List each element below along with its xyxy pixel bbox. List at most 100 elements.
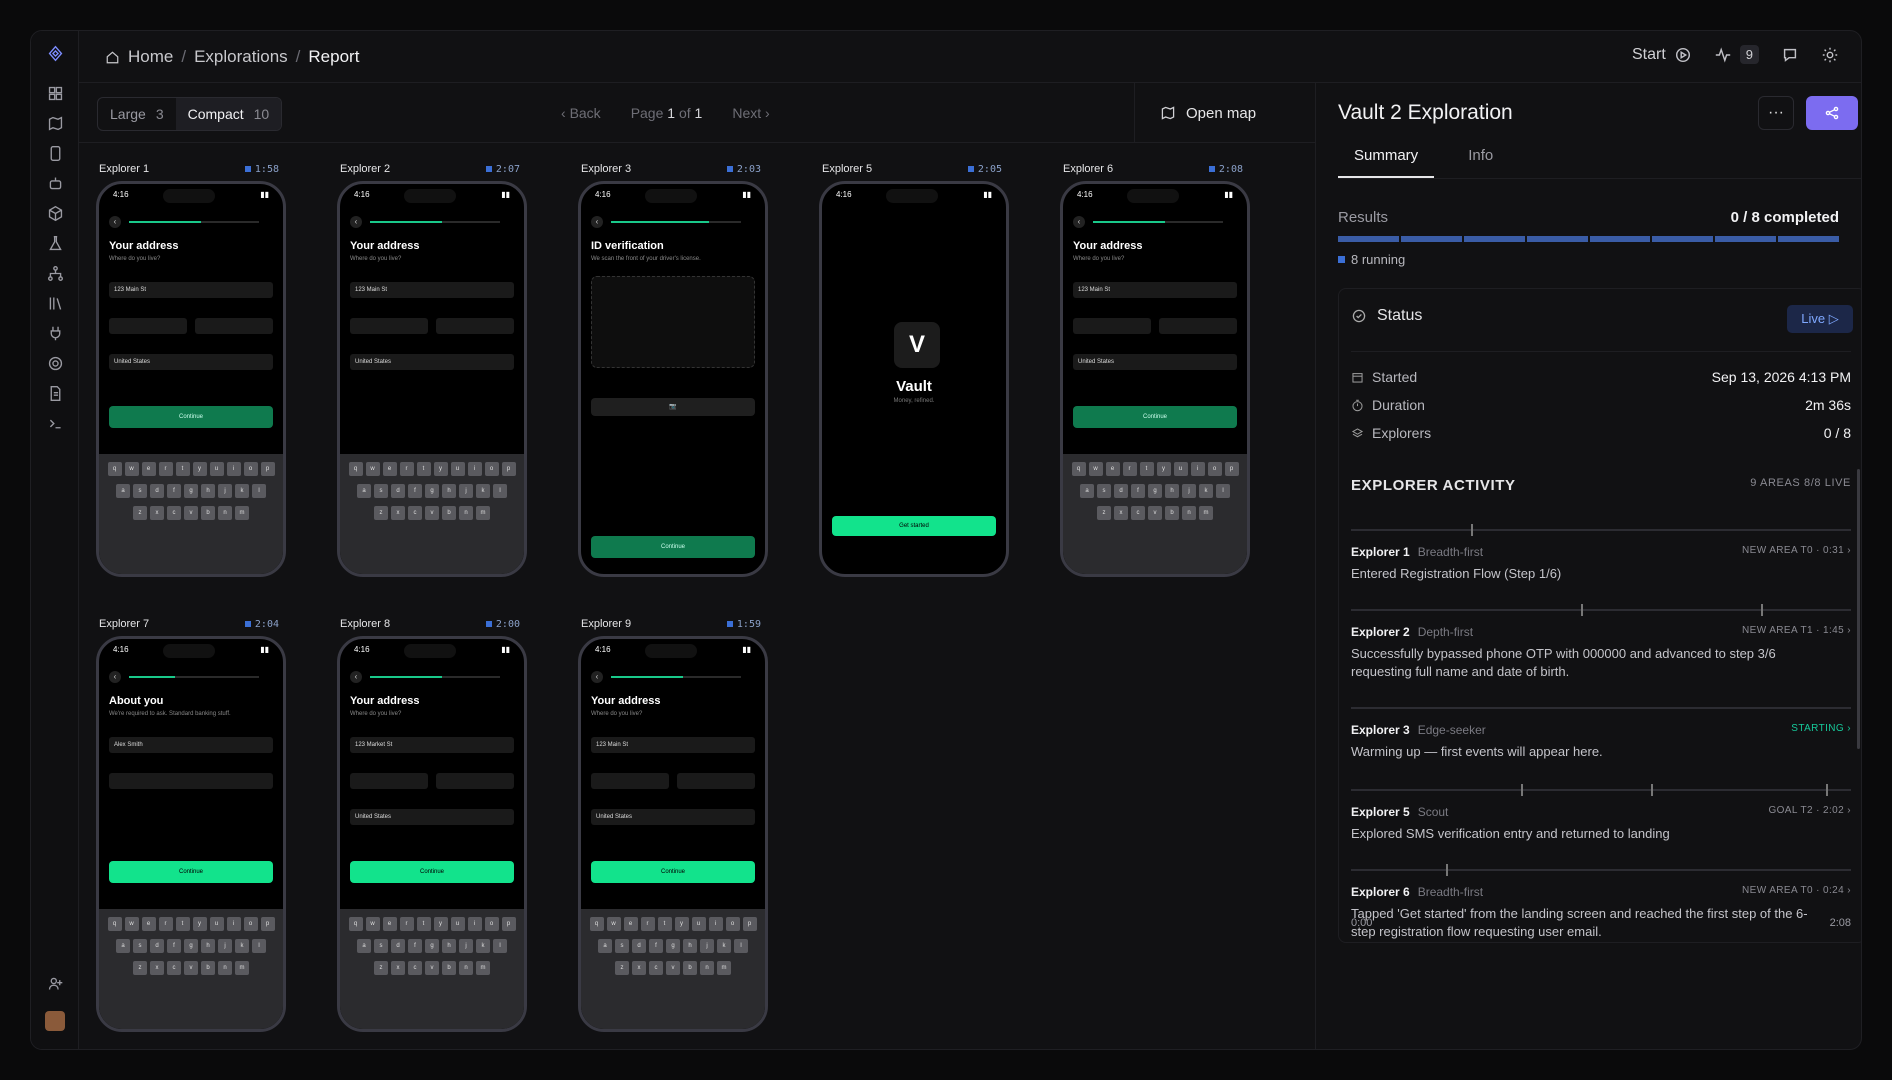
back-icon[interactable]: ‹ bbox=[1073, 216, 1085, 228]
large-view-button[interactable]: Large 3 bbox=[98, 98, 176, 130]
phone-screen[interactable]: 4:16 ▮▮ ‹ ID verification We scan the fron… bbox=[578, 181, 768, 577]
continue-button[interactable]: Continue bbox=[350, 861, 514, 883]
postal-field[interactable] bbox=[1159, 318, 1237, 334]
explorer-cell[interactable]: Explorer 8 2:00 4:16 ▮▮ ‹ Your address Where… bbox=[337, 616, 527, 1032]
breadcrumb-explorations[interactable]: Explorations bbox=[194, 47, 288, 67]
library-icon[interactable] bbox=[45, 293, 65, 313]
continue-button[interactable]: Continue bbox=[591, 861, 755, 883]
street-field[interactable]: 123 Main St bbox=[591, 737, 755, 753]
city-field[interactable] bbox=[350, 773, 428, 789]
explorer-cell[interactable]: Explorer 5 2:05 4:16 ▮▮ V Vault Money, refin… bbox=[819, 161, 1009, 577]
back-icon[interactable]: ‹ bbox=[591, 216, 603, 228]
country-field[interactable]: United States bbox=[591, 809, 755, 825]
street-field[interactable]: 123 Market St bbox=[350, 737, 514, 753]
device-icon[interactable] bbox=[45, 143, 65, 163]
continue-button[interactable]: Continue bbox=[109, 861, 273, 883]
gear-icon[interactable] bbox=[45, 353, 65, 373]
activity-scrollbar[interactable] bbox=[1857, 469, 1860, 749]
back-icon[interactable]: ‹ bbox=[350, 671, 362, 683]
tab-summary[interactable]: Summary bbox=[1338, 139, 1435, 178]
city-field[interactable] bbox=[1073, 318, 1151, 334]
keyboard[interactable]: qwertyuiopasdfghjklzxcvbnm bbox=[99, 909, 283, 1029]
activity-meta: STARTING › bbox=[1791, 723, 1851, 734]
back-button[interactable]: ‹ Back bbox=[561, 105, 601, 121]
country-field[interactable]: United States bbox=[1073, 354, 1237, 370]
open-map-button[interactable]: Open map bbox=[1134, 83, 1281, 143]
activity-item[interactable]: Explorer 6 Breadth-first NEW AREA T0 · 0:2… bbox=[1351, 864, 1851, 941]
dashboard-icon[interactable] bbox=[45, 83, 65, 103]
package-icon[interactable] bbox=[45, 203, 65, 223]
keyboard[interactable]: qwertyuiopasdfghjklzxcvbnm bbox=[340, 909, 524, 1029]
live-button[interactable]: Live ▷ bbox=[1787, 305, 1853, 333]
continue-button[interactable]: Continue bbox=[109, 406, 273, 428]
next-button[interactable]: Next › bbox=[732, 105, 769, 121]
document-icon[interactable] bbox=[45, 383, 65, 403]
explorer-cell[interactable]: Explorer 1 1:58 4:16 ▮▮ ‹ Your address Where… bbox=[96, 161, 286, 577]
bot-icon[interactable] bbox=[45, 173, 65, 193]
back-icon[interactable]: ‹ bbox=[109, 671, 121, 683]
postal-field[interactable] bbox=[195, 318, 273, 334]
back-icon[interactable]: ‹ bbox=[350, 216, 362, 228]
phone-screen[interactable]: 4:16 ▮▮ ‹ Your address Where do you live? 1… bbox=[337, 636, 527, 1032]
phone-screen[interactable]: 4:16 ▮▮ ‹ About you We're required to ask.… bbox=[96, 636, 286, 1032]
sun-icon[interactable] bbox=[1821, 46, 1839, 64]
activity-item[interactable]: Explorer 5 Scout GOAL T2 · 2:02 › Explored… bbox=[1351, 784, 1851, 843]
phone-screen[interactable]: 4:16 ▮▮ ‹ Your address Where do you live? 1… bbox=[96, 181, 286, 577]
continue-button[interactable]: Continue bbox=[1073, 406, 1237, 428]
start-button[interactable]: Start bbox=[1632, 46, 1692, 64]
phone-screen[interactable]: 4:16 ▮▮ V Vault Money, refined. Get starte… bbox=[819, 181, 1009, 577]
activity-item[interactable]: Explorer 3 Edge-seeker STARTING › Warming … bbox=[1351, 707, 1851, 761]
country-field[interactable]: United States bbox=[350, 354, 514, 370]
continue-button[interactable]: Continue bbox=[591, 536, 755, 558]
country-field[interactable]: United States bbox=[350, 809, 514, 825]
compact-view-button[interactable]: Compact 10 bbox=[175, 98, 282, 130]
street-field[interactable]: 123 Main St bbox=[1073, 282, 1237, 298]
capture-id-button[interactable]: 📷 bbox=[591, 398, 755, 416]
activity-button[interactable]: 9 bbox=[1714, 45, 1759, 64]
add-user-icon[interactable] bbox=[45, 973, 65, 993]
street-field[interactable]: 123 Main St bbox=[350, 282, 514, 298]
more-button[interactable]: ··· bbox=[1758, 96, 1794, 130]
postal-field[interactable] bbox=[677, 773, 755, 789]
street-field[interactable]: Alex Smith bbox=[109, 737, 273, 753]
flask-icon[interactable] bbox=[45, 233, 65, 253]
get-started-button[interactable]: Get started bbox=[832, 516, 996, 536]
logo-icon[interactable] bbox=[45, 43, 65, 63]
tab-info[interactable]: Info bbox=[1452, 139, 1509, 178]
dob-field[interactable] bbox=[109, 773, 273, 789]
phone-screen[interactable]: 4:16 ▮▮ ‹ Your address Where do you live? 1… bbox=[578, 636, 768, 1032]
street-field[interactable]: 123 Main St bbox=[109, 282, 273, 298]
postal-field[interactable] bbox=[436, 318, 514, 334]
explorer-cell[interactable]: Explorer 3 2:03 4:16 ▮▮ ‹ ID verification We… bbox=[578, 161, 768, 577]
explorer-cell[interactable]: Explorer 6 2:08 4:16 ▮▮ ‹ Your address Where… bbox=[1060, 161, 1250, 577]
phone-screen[interactable]: 4:16 ▮▮ ‹ Your address Where do you live? 1… bbox=[337, 181, 527, 577]
terminal-icon[interactable] bbox=[45, 413, 65, 433]
country-field[interactable]: United States bbox=[109, 354, 273, 370]
keyboard[interactable]: qwertyuiopasdfghjklzxcvbnm bbox=[1063, 454, 1247, 574]
city-field[interactable] bbox=[350, 318, 428, 334]
plug-icon[interactable] bbox=[45, 323, 65, 343]
phone-screen[interactable]: 4:16 ▮▮ ‹ Your address Where do you live? 1… bbox=[1060, 181, 1250, 577]
keyboard[interactable]: qwertyuiopasdfghjklzxcvbnm bbox=[581, 909, 765, 1029]
avatar[interactable] bbox=[45, 1011, 65, 1031]
map-icon[interactable] bbox=[45, 113, 65, 133]
back-icon[interactable]: ‹ bbox=[109, 216, 121, 228]
chat-icon[interactable] bbox=[1781, 46, 1799, 64]
explorer-cell[interactable]: Explorer 2 2:07 4:16 ▮▮ ‹ Your address Where… bbox=[337, 161, 527, 577]
keyboard[interactable]: qwertyuiopasdfghjklzxcvbnm bbox=[99, 454, 283, 574]
vault-tagline: Money, refined. bbox=[893, 398, 935, 404]
breadcrumb-separator: / bbox=[181, 47, 187, 66]
home-icon[interactable] bbox=[105, 50, 120, 65]
city-field[interactable] bbox=[109, 318, 187, 334]
keyboard[interactable]: qwertyuiopasdfghjklzxcvbnm bbox=[340, 454, 524, 574]
activity-item[interactable]: Explorer 2 Depth-first NEW AREA T1 · 1:45 … bbox=[1351, 604, 1851, 681]
city-field[interactable] bbox=[591, 773, 669, 789]
breadcrumb-home[interactable]: Home bbox=[128, 47, 173, 67]
back-icon[interactable]: ‹ bbox=[591, 671, 603, 683]
postal-field[interactable] bbox=[436, 773, 514, 789]
activity-item[interactable]: Explorer 1 Breadth-first NEW AREA T0 · 0:3… bbox=[1351, 524, 1851, 583]
explorer-cell[interactable]: Explorer 9 1:59 4:16 ▮▮ ‹ Your address Where… bbox=[578, 616, 768, 1032]
hierarchy-icon[interactable] bbox=[45, 263, 65, 283]
explorer-cell[interactable]: Explorer 7 2:04 4:16 ▮▮ ‹ About you We're re… bbox=[96, 616, 286, 1032]
share-button[interactable] bbox=[1806, 96, 1858, 130]
